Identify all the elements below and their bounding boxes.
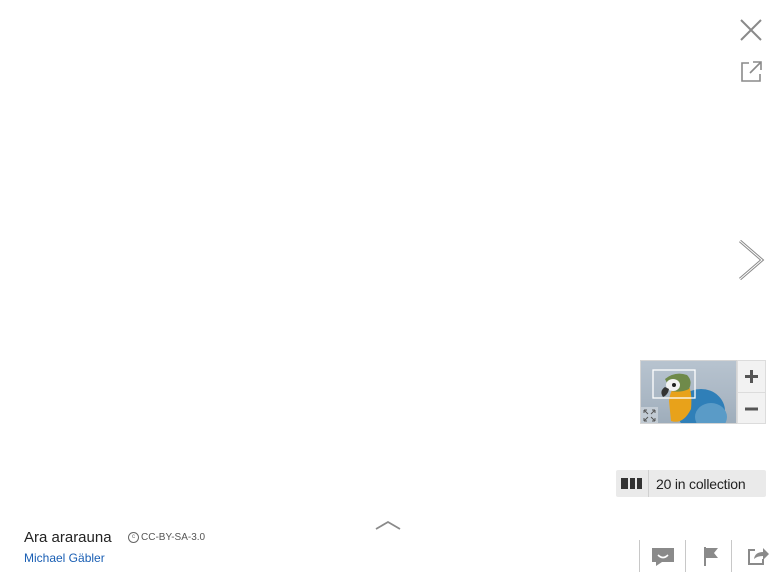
share-button[interactable] <box>746 545 770 567</box>
next-image-button[interactable] <box>736 238 766 282</box>
share-icon <box>748 548 769 565</box>
chevron-right-icon <box>739 239 765 281</box>
close-button[interactable] <box>738 17 764 43</box>
open-in-new-window-icon <box>741 61 762 82</box>
author-link[interactable]: Michael Gäbler <box>24 551 105 565</box>
close-icon <box>740 19 762 41</box>
fit-to-screen-icon <box>643 409 656 422</box>
image-title: Ara ararauna <box>24 529 112 546</box>
comment-button[interactable] <box>650 545 676 567</box>
grid-icon <box>616 470 649 497</box>
zoom-minimap[interactable] <box>640 360 737 424</box>
divider <box>685 540 686 572</box>
divider <box>731 540 732 572</box>
zoom-out-button[interactable] <box>738 393 765 424</box>
license-info[interactable]: c CC-BY-SA-3.0 <box>128 532 205 543</box>
zoom-in-button[interactable] <box>738 361 765 393</box>
plus-icon <box>745 370 758 383</box>
fit-to-screen-button[interactable] <box>641 407 658 423</box>
collection-button[interactable]: 20 in collection <box>616 470 766 497</box>
details-toggle-button[interactable] <box>373 518 403 532</box>
zoom-controls <box>737 360 766 424</box>
license-label: CC-BY-SA-3.0 <box>141 532 206 543</box>
fullscreen-button[interactable] <box>739 59 764 84</box>
divider <box>639 540 640 572</box>
cc-icon: c <box>128 532 139 543</box>
flag-icon <box>704 547 718 566</box>
report-button[interactable] <box>700 545 722 567</box>
chevron-up-icon <box>375 520 401 530</box>
collection-count-label: 20 in collection <box>656 475 746 492</box>
minus-icon <box>745 407 758 411</box>
comment-icon <box>652 548 674 566</box>
